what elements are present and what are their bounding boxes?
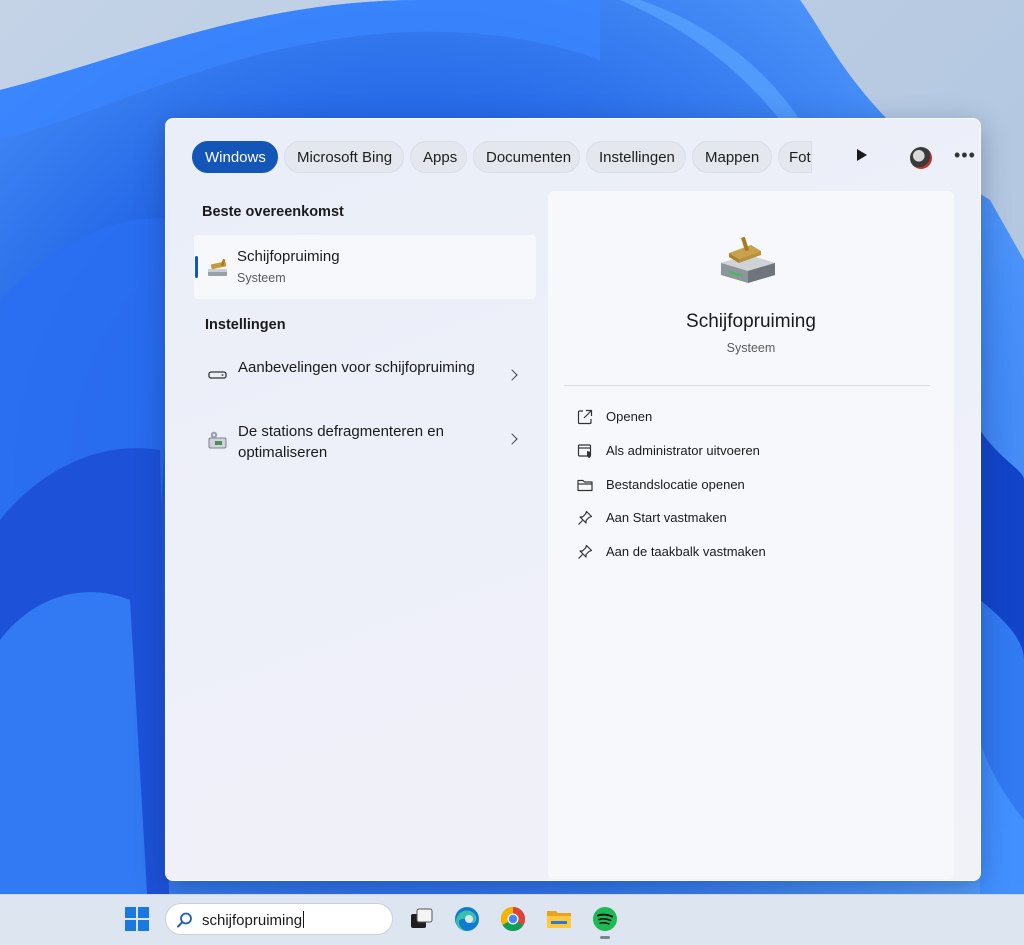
filter-chip-windows[interactable]: Windows bbox=[192, 141, 278, 173]
scroll-filters-right-icon[interactable] bbox=[857, 149, 867, 161]
text-caret bbox=[303, 911, 305, 928]
filter-chip-documenten[interactable]: Documenten bbox=[473, 141, 580, 173]
taskbar: schijfopruiming bbox=[0, 894, 1024, 945]
search-filter-bar: Windows Microsoft Bing Apps Documenten I… bbox=[192, 141, 975, 175]
folder-icon bbox=[577, 479, 593, 492]
filter-chip-apps[interactable]: Apps bbox=[410, 141, 467, 173]
start-search-panel: Windows Microsoft Bing Apps Documenten I… bbox=[165, 118, 981, 881]
chevron-right-icon bbox=[506, 433, 518, 445]
pin-icon bbox=[578, 544, 593, 559]
selection-indicator bbox=[195, 256, 198, 278]
search-icon bbox=[177, 912, 192, 928]
chrome-icon[interactable] bbox=[499, 905, 527, 933]
edge-icon[interactable] bbox=[453, 905, 481, 933]
avatar[interactable] bbox=[910, 147, 932, 169]
result-detail-pane: Schijfopruiming Systeem Openen Als admin… bbox=[548, 191, 954, 879]
action-label: Aan Start vastmaken bbox=[606, 510, 727, 525]
shield-icon bbox=[577, 444, 592, 458]
storage-icon bbox=[208, 371, 227, 379]
detail-subtitle: Systeem bbox=[726, 341, 776, 355]
settings-item-defragment[interactable]: De stations defragmenteren en optimalise… bbox=[194, 415, 536, 473]
defrag-icon bbox=[208, 431, 227, 449]
divider bbox=[564, 385, 930, 386]
file-explorer-icon[interactable] bbox=[545, 905, 573, 933]
best-match-subtitle: Systeem bbox=[237, 271, 286, 285]
settings-heading: Instellingen bbox=[205, 317, 286, 333]
settings-item-label: Aanbevelingen voor schijfopruiming bbox=[238, 359, 475, 376]
filter-chip-fotos[interactable]: Fot bbox=[778, 141, 812, 173]
settings-item-label: De stations defragmenteren en optimalise… bbox=[238, 423, 444, 461]
spotify-icon[interactable] bbox=[591, 905, 619, 933]
filter-chip-microsoft-bing[interactable]: Microsoft Bing bbox=[284, 141, 404, 173]
disk-cleanup-icon bbox=[208, 258, 227, 276]
running-app-indicator bbox=[600, 936, 610, 939]
task-view-icon[interactable] bbox=[407, 905, 435, 933]
search-value: schijfopruiming bbox=[202, 912, 303, 929]
action-label: Bestandslocatie openen bbox=[606, 477, 745, 492]
more-options-icon[interactable]: ••• bbox=[954, 145, 976, 166]
filter-chip-mappen[interactable]: Mappen bbox=[692, 141, 772, 173]
best-match-result[interactable]: Schijfopruiming Systeem bbox=[194, 235, 536, 299]
detail-title: Schijfopruiming bbox=[686, 311, 816, 332]
filter-chip-instellingen[interactable]: Instellingen bbox=[586, 141, 686, 173]
settings-item-storage-recommendations[interactable]: Aanbevelingen voor schijfopruiming bbox=[194, 351, 536, 409]
action-label: Als administrator uitvoeren bbox=[606, 443, 760, 458]
action-label: Aan de taakbalk vastmaken bbox=[606, 544, 766, 559]
search-input[interactable]: schijfopruiming bbox=[202, 911, 305, 929]
pin-icon bbox=[578, 510, 593, 525]
taskbar-search-box[interactable]: schijfopruiming bbox=[165, 903, 393, 935]
best-match-heading: Beste overeenkomst bbox=[202, 204, 344, 220]
action-label: Openen bbox=[606, 409, 653, 424]
open-icon bbox=[577, 409, 593, 425]
windows-start-icon[interactable] bbox=[124, 906, 150, 932]
disk-cleanup-icon bbox=[721, 237, 775, 283]
chevron-right-icon bbox=[506, 369, 518, 381]
best-match-title: Schijfopruiming bbox=[237, 248, 340, 265]
